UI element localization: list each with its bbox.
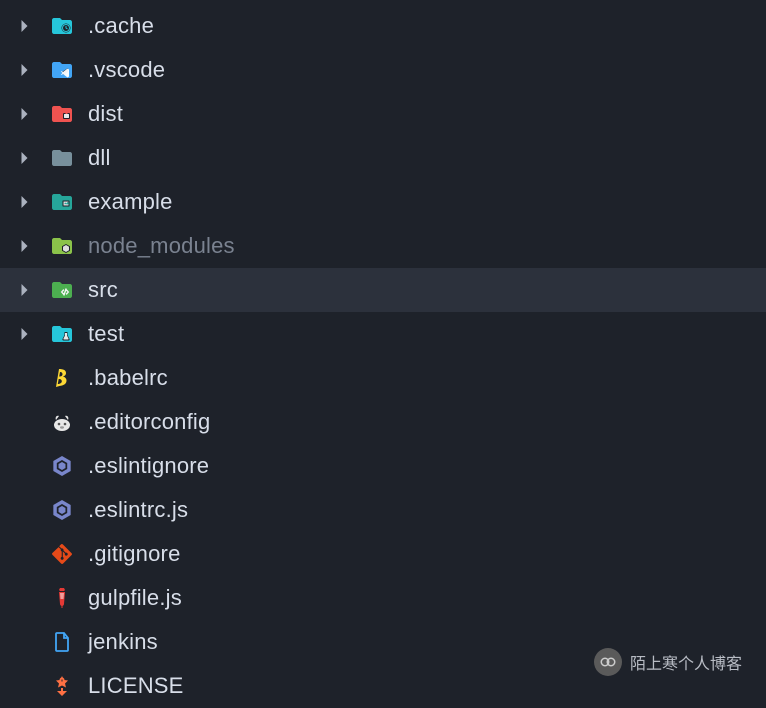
file-label: .gitignore	[88, 541, 181, 567]
chevron-right-icon[interactable]	[18, 195, 32, 209]
git-icon	[50, 542, 74, 566]
folder-icon	[50, 146, 74, 170]
chevron-right-icon[interactable]	[18, 107, 32, 121]
tree-item-example[interactable]: example	[0, 180, 766, 224]
file-label: .eslintrc.js	[88, 497, 188, 523]
tree-item-editorconfig[interactable]: .editorconfig	[0, 400, 766, 444]
watermark: 陌上寒个人博客	[594, 648, 742, 676]
chevron-right-icon[interactable]	[18, 63, 32, 77]
folder-clock-icon	[50, 14, 74, 38]
file-label: src	[88, 277, 118, 303]
tree-item-gulpfilejs[interactable]: gulpfile.js	[0, 576, 766, 620]
folder-node-icon	[50, 234, 74, 258]
editorconfig-icon	[50, 410, 74, 434]
file-label: dist	[88, 101, 123, 127]
file-label: gulpfile.js	[88, 585, 182, 611]
babel-icon	[50, 366, 74, 390]
folder-vscode-icon	[50, 58, 74, 82]
chevron-right-icon[interactable]	[18, 327, 32, 341]
tree-item-node_modules[interactable]: node_modules	[0, 224, 766, 268]
chevron-right-icon[interactable]	[18, 239, 32, 253]
file-icon	[50, 630, 74, 654]
tree-item-test[interactable]: test	[0, 312, 766, 356]
folder-dist-icon	[50, 102, 74, 126]
folder-test-icon	[50, 322, 74, 346]
tree-item-gitignore[interactable]: .gitignore	[0, 532, 766, 576]
file-label: .cache	[88, 13, 154, 39]
file-label: .babelrc	[88, 365, 168, 391]
tree-item-dist[interactable]: dist	[0, 92, 766, 136]
tree-item-vscode[interactable]: .vscode	[0, 48, 766, 92]
file-label: .vscode	[88, 57, 165, 83]
file-label: test	[88, 321, 124, 347]
gulp-icon	[50, 586, 74, 610]
file-label: dll	[88, 145, 111, 171]
file-label: .eslintignore	[88, 453, 209, 479]
eslint-icon	[50, 498, 74, 522]
file-label: .editorconfig	[88, 409, 210, 435]
folder-example-icon	[50, 190, 74, 214]
tree-item-eslintrcjs[interactable]: .eslintrc.js	[0, 488, 766, 532]
file-label: node_modules	[88, 233, 235, 259]
file-label: jenkins	[88, 629, 158, 655]
license-icon	[50, 674, 74, 698]
tree-item-eslintignore[interactable]: .eslintignore	[0, 444, 766, 488]
file-label: LICENSE	[88, 673, 184, 699]
file-label: example	[88, 189, 173, 215]
chevron-right-icon[interactable]	[18, 151, 32, 165]
watermark-text: 陌上寒个人博客	[630, 650, 742, 674]
tree-item-src[interactable]: src	[0, 268, 766, 312]
watermark-icon	[594, 648, 622, 676]
tree-item-babelrc[interactable]: .babelrc	[0, 356, 766, 400]
tree-item-dll[interactable]: dll	[0, 136, 766, 180]
eslint-icon	[50, 454, 74, 478]
chevron-right-icon[interactable]	[18, 283, 32, 297]
tree-item-cache[interactable]: .cache	[0, 4, 766, 48]
folder-src-icon	[50, 278, 74, 302]
file-tree: .cache .vscode dist dll example node_moduless…	[0, 0, 766, 708]
chevron-right-icon[interactable]	[18, 19, 32, 33]
